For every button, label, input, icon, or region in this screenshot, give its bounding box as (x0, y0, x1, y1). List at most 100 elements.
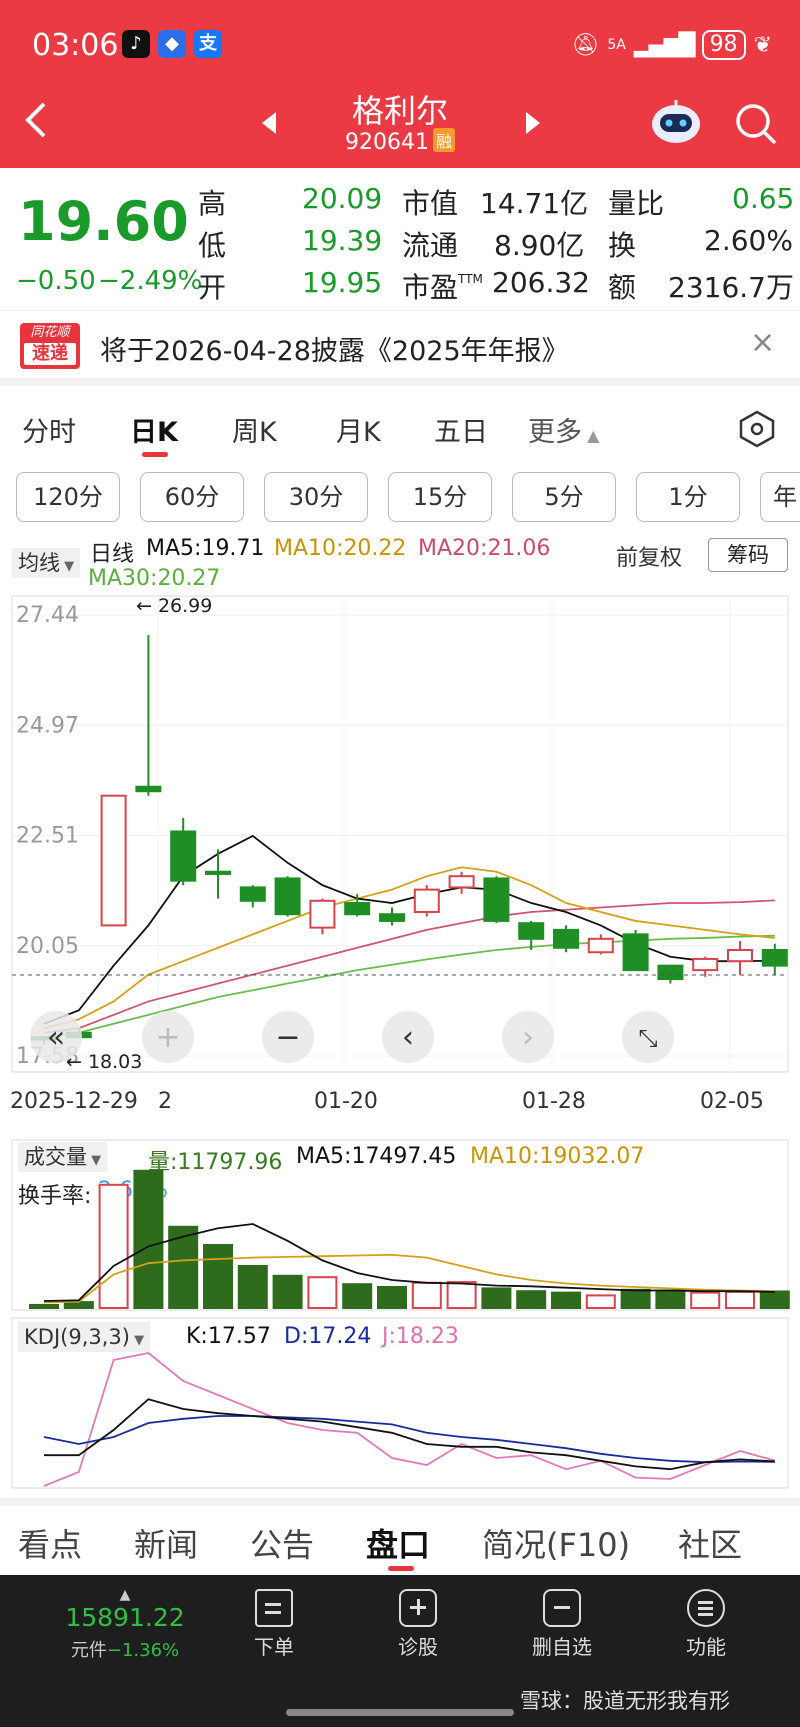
minus-box-icon (543, 1589, 581, 1627)
volume-bar-down (272, 1274, 303, 1310)
volume-bar-down (516, 1290, 547, 1309)
tab-highlights[interactable]: 看点 (18, 1520, 82, 1566)
market-cap-value: 14.71亿 (480, 187, 589, 220)
candle-up (727, 948, 753, 963)
functions-label: 功能 (686, 1635, 726, 1659)
search-button[interactable] (734, 102, 778, 150)
search-icon (736, 104, 777, 145)
volume-bar-down (133, 1169, 164, 1310)
index-change: −1.36% (106, 1640, 180, 1661)
low-label: 低 (198, 229, 227, 262)
app-header: 03:06 ♪ ◆ 支 🔕︎ 5A ▂▄▆█ 98 ❦ 格利尔 920641 融 (0, 0, 800, 168)
turnover-value: 2.60% (704, 224, 793, 257)
interval-30m[interactable]: 30分 (264, 472, 368, 522)
pe-ttm: TTM (458, 272, 483, 286)
tab-weekly-k[interactable]: 周K (232, 410, 277, 449)
x-tick-label: 01-28 (522, 1089, 586, 1114)
volume-bar-down (203, 1244, 233, 1309)
candle-up (100, 794, 127, 927)
volume-bar-up (446, 1281, 477, 1309)
bottom-toolbar: ▲ 15891.22 元件−1.36% 下单 诊股 删自选 功能 雪球：股道无形… (0, 1575, 800, 1727)
float-cap-value: 8.90亿 (494, 229, 585, 262)
pe-label-text: 市盈 (402, 271, 459, 304)
expand-icon: ⤡ (638, 1024, 657, 1052)
high-value: 20.09 (302, 182, 383, 215)
next-stock-button[interactable] (526, 112, 540, 138)
tab-five-day[interactable]: 五日 (434, 410, 488, 449)
menu-circle-icon (687, 1589, 725, 1627)
tab-news[interactable]: 新闻 (134, 1520, 198, 1566)
plus-icon: + (155, 1020, 180, 1055)
kline-chart[interactable]: 27.4424.9722.5120.0517.58 2025-12-29201-… (0, 530, 800, 1490)
jump-start-button[interactable]: « (30, 1011, 82, 1063)
y-tick-label: 22.51 (16, 824, 79, 849)
volume-ratio-label: 量比 (608, 187, 665, 220)
signal-label: 5A (607, 37, 626, 53)
mute-icon: 🔕︎ (571, 32, 600, 58)
index-meta: 元件−1.36% (40, 1636, 210, 1662)
volume-bar-down (29, 1303, 59, 1310)
candle-down (657, 964, 684, 981)
interval-year[interactable]: 年 (760, 472, 800, 522)
tab-announcements[interactable]: 公告 (250, 1520, 314, 1566)
interval-60m[interactable]: 60分 (140, 472, 244, 522)
kdj-j-line (43, 1352, 776, 1487)
margin-badge: 融 (432, 128, 455, 152)
order-button[interactable]: 下单 (214, 1589, 334, 1660)
ma5-line (43, 834, 775, 1025)
interval-5m[interactable]: 5分 (512, 472, 616, 522)
tab-order-book[interactable]: 盘口 (366, 1520, 430, 1566)
interval-15m[interactable]: 15分 (388, 472, 492, 522)
kdj-k-line (44, 1398, 775, 1471)
robot-icon (652, 100, 700, 143)
ma10-line (43, 866, 775, 1030)
status-indicators: 🔕︎ 5A ▂▄▆█ 98 ❦ (571, 30, 772, 60)
zoom-in-button[interactable]: + (142, 1011, 194, 1063)
index-widget[interactable]: ▲ 15891.22 元件−1.36% (40, 1587, 210, 1662)
candle-up (587, 937, 614, 954)
tab-more[interactable]: 更多 ▲ (528, 410, 599, 449)
tab-profile-f10[interactable]: 简况(F10) (482, 1520, 630, 1566)
low-value: 19.39 (302, 224, 383, 257)
tab-daily-k[interactable]: 日K (130, 410, 178, 449)
tab-monthly-k[interactable]: 月K (336, 410, 381, 449)
fullscreen-button[interactable]: ⤡ (622, 1011, 674, 1063)
tab-community[interactable]: 社区 (678, 1520, 742, 1566)
pan-left-button[interactable]: ‹ (382, 1011, 434, 1063)
candle-up (448, 875, 475, 889)
current-price: 19.60 (18, 190, 189, 253)
home-indicator (286, 1709, 514, 1716)
notice-close-button[interactable]: × (750, 325, 775, 360)
volume-bar-up (690, 1291, 721, 1309)
notice-text: 将于2026-04-28披露《2025年年报》 (100, 336, 569, 367)
x-tick-label: 01-20 (314, 1089, 378, 1114)
tonghuashun-logo: 同花顺 速递 (20, 323, 80, 369)
bottom-tab-divider (0, 1498, 800, 1506)
watermark: 雪球：股道无形我有形 (520, 1689, 730, 1713)
tab-intraday[interactable]: 分时 (22, 410, 76, 449)
interval-1m[interactable]: 1分 (636, 472, 740, 522)
remove-watchlist-button[interactable]: 删自选 (502, 1589, 622, 1660)
robot-assistant-button[interactable] (650, 98, 702, 150)
signal-icon: ▂▄▆█ (633, 32, 696, 58)
volume-bar-down (655, 1289, 686, 1309)
pe-value: 206.32 (492, 266, 590, 299)
functions-button[interactable]: 功能 (646, 1589, 766, 1660)
pan-right-button[interactable]: › (502, 1011, 554, 1063)
notice-bar[interactable]: 同花顺 速递 将于2026-04-28披露《2025年年报》 × (0, 310, 800, 386)
volume-bar-up (725, 1290, 755, 1310)
volume-bar-down (63, 1301, 94, 1309)
turnover-label: 换 (608, 229, 637, 262)
volume-bar-up (411, 1281, 442, 1310)
diagnose-button[interactable]: 诊股 (358, 1589, 478, 1660)
open-value: 19.95 (302, 266, 383, 299)
y-tick-label: 27.44 (16, 603, 79, 628)
chart-settings-button[interactable] (738, 410, 776, 452)
candle-down (135, 785, 162, 793)
document-icon (255, 1589, 293, 1627)
candle-down (483, 877, 510, 922)
interval-120m[interactable]: 120分 (16, 472, 120, 522)
x-tick-label: 2 (158, 1089, 172, 1114)
caret-up-icon: ▲ (582, 426, 600, 445)
zoom-out-button[interactable]: − (262, 1011, 314, 1063)
